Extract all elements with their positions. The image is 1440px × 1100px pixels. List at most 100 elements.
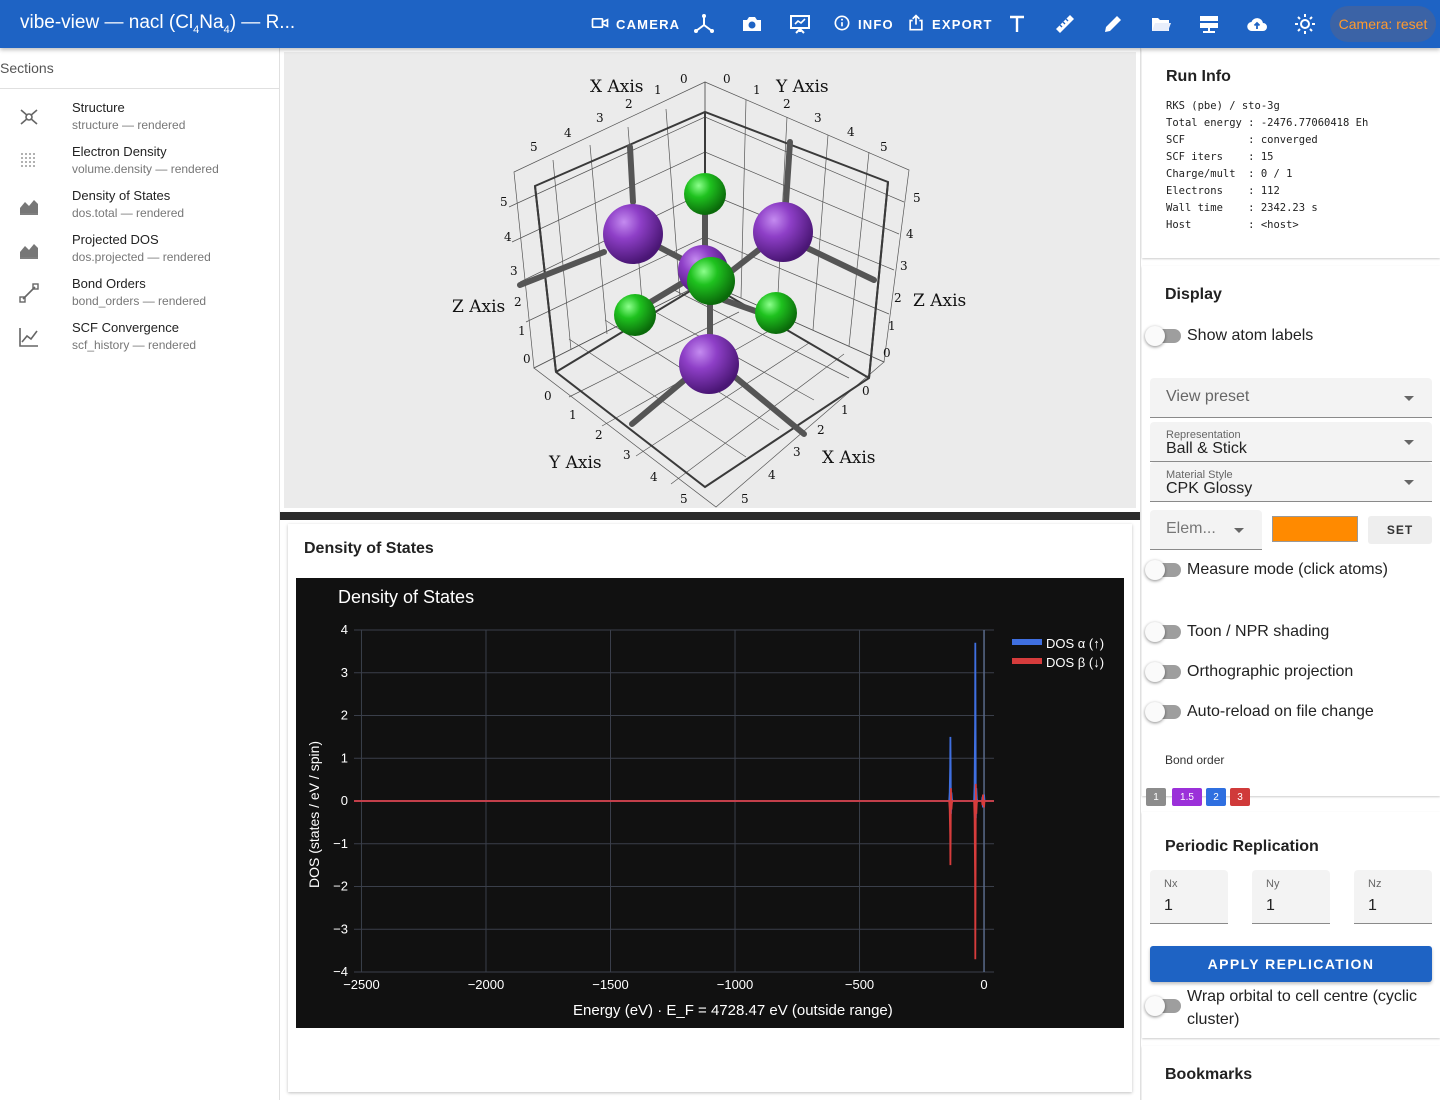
nx-field[interactable]: Nx 1 bbox=[1150, 870, 1228, 924]
nz-field[interactable]: Nz 1 bbox=[1354, 870, 1432, 924]
dos-beta-line[interactable] bbox=[354, 783, 994, 960]
presentation-icon bbox=[788, 15, 812, 40]
open-folder-button[interactable] bbox=[1149, 12, 1173, 36]
tick-label: 1 bbox=[654, 83, 662, 97]
axes-button[interactable] bbox=[692, 12, 716, 36]
right-panel: Run Info RKS (pbe) / sto-3g Total energy … bbox=[1140, 48, 1440, 1100]
theme-toggle-button[interactable] bbox=[1293, 12, 1317, 36]
camera-reset-chip[interactable]: Camera: reset bbox=[1330, 6, 1436, 42]
text-tool-button[interactable] bbox=[1005, 12, 1029, 36]
wrap-orbital-toggle[interactable] bbox=[1145, 996, 1183, 1016]
cl-atom[interactable] bbox=[614, 294, 656, 336]
bond-order-chip[interactable]: 1 bbox=[1146, 788, 1166, 806]
info-button[interactable]: INFO bbox=[832, 8, 894, 40]
representation-select[interactable]: Representation Ball & Stick bbox=[1150, 422, 1432, 462]
element-color-picker[interactable] bbox=[1272, 516, 1358, 542]
bond-order-chip[interactable]: 3 bbox=[1230, 788, 1250, 806]
material-style-select[interactable]: Material Style CPK Glossy bbox=[1150, 462, 1432, 502]
run-info-line: Total energy : -2476.77060418 Eh bbox=[1166, 117, 1369, 129]
show-atom-labels-toggle[interactable] bbox=[1145, 326, 1183, 346]
info-icon bbox=[832, 13, 852, 36]
legend-label-beta[interactable]: DOS β (↓) bbox=[1046, 655, 1104, 670]
y-axis-label: DOS (states / eV / spin) bbox=[306, 741, 322, 888]
dos-alpha-line[interactable] bbox=[354, 642, 994, 819]
tick-label: 5 bbox=[880, 140, 888, 154]
brightness-icon bbox=[1293, 14, 1317, 40]
screenshot-button[interactable] bbox=[740, 12, 764, 36]
view-preset-select[interactable]: View preset bbox=[1150, 378, 1432, 418]
sidebar-item-title: Structure bbox=[72, 100, 125, 115]
tick-label: 5 bbox=[500, 195, 508, 209]
presentation-button[interactable] bbox=[788, 12, 812, 36]
measure-mode-toggle[interactable] bbox=[1145, 560, 1183, 580]
run-info-line: Wall time : 2342.23 s bbox=[1166, 202, 1318, 214]
sidebar-item-scf-convergence[interactable]: SCF Convergence scf_history — rendered bbox=[0, 316, 279, 360]
video-camera-icon bbox=[590, 13, 610, 36]
ruler-button[interactable] bbox=[1053, 12, 1077, 36]
tick-label: 5 bbox=[741, 492, 749, 506]
molecule-icon bbox=[18, 106, 40, 128]
na-atom[interactable] bbox=[603, 204, 663, 264]
sidebar-item-subtitle: scf_history — rendered bbox=[72, 338, 197, 352]
legend-label-alpha[interactable]: DOS α (↑) bbox=[1046, 636, 1104, 651]
auto-reload-toggle[interactable] bbox=[1145, 702, 1183, 722]
display-title: Display bbox=[1165, 286, 1222, 303]
sidebar-item-density-of-states[interactable]: Density of States dos.total — rendered bbox=[0, 184, 279, 228]
sidebar-item-bond-orders[interactable]: Bond Orders bond_orders — rendered bbox=[0, 272, 279, 316]
edit-button[interactable] bbox=[1101, 12, 1125, 36]
cl-atom[interactable] bbox=[687, 257, 735, 305]
cloud-upload-button[interactable] bbox=[1245, 12, 1269, 36]
bond-order-chip[interactable]: 1.5 bbox=[1172, 788, 1202, 806]
apply-replication-button[interactable]: APPLY REPLICATION bbox=[1150, 946, 1432, 982]
dos-card: Density of States Density of States −250… bbox=[288, 524, 1132, 1092]
ny-field[interactable]: Ny 1 bbox=[1252, 870, 1330, 924]
sidebar-item-electron-density[interactable]: Electron Density volume.density — render… bbox=[0, 140, 279, 184]
element-select[interactable]: Elem... bbox=[1150, 510, 1262, 550]
sidebar-item-projected-dos[interactable]: Projected DOS dos.projected — rendered bbox=[0, 228, 279, 272]
set-color-button[interactable]: SET bbox=[1368, 516, 1432, 544]
y-tick-label: −3 bbox=[333, 921, 348, 936]
server-button[interactable] bbox=[1197, 12, 1221, 36]
tick-label: 0 bbox=[723, 72, 731, 86]
sidebar-item-structure[interactable]: Structure structure — rendered bbox=[0, 96, 279, 140]
orthographic-toggle[interactable] bbox=[1145, 662, 1183, 682]
server-icon bbox=[1197, 16, 1221, 40]
pencil-icon bbox=[1101, 16, 1125, 40]
tick-label: 4 bbox=[504, 230, 512, 244]
chevron-down-icon bbox=[1404, 480, 1414, 485]
tick-label: 5 bbox=[680, 492, 688, 506]
dos-plot[interactable]: Density of States −2500 −2000 −1500 −1000 −5… bbox=[296, 578, 1124, 1028]
y-tick-label: −1 bbox=[333, 836, 348, 851]
na-atom[interactable] bbox=[753, 202, 813, 262]
tick-label: 4 bbox=[847, 125, 855, 139]
tick-label: 1 bbox=[569, 408, 577, 422]
sidebar-item-title: Electron Density bbox=[72, 144, 167, 159]
title-text: ) — R... bbox=[229, 12, 296, 33]
export-icon bbox=[906, 13, 926, 36]
bond-order-chip[interactable]: 2 bbox=[1206, 788, 1226, 806]
orthographic-label: Orthographic projection bbox=[1187, 663, 1354, 680]
cl-atom[interactable] bbox=[755, 292, 797, 334]
dos-chart[interactable]: Density of States −2500 −2000 −1500 −1000 −5… bbox=[296, 578, 1124, 1028]
tick-label: 2 bbox=[595, 428, 603, 442]
structure-canvas[interactable]: X Axis Y Axis Z Axis Z Axis Y Axis X Axi… bbox=[284, 52, 1136, 508]
sidebar-header: Sections bbox=[0, 48, 279, 89]
ruler-icon bbox=[1053, 15, 1077, 40]
na-atom[interactable] bbox=[679, 334, 739, 394]
tick-label: 3 bbox=[793, 445, 801, 459]
y-axis-title: Y Axis bbox=[775, 77, 829, 97]
camera-button[interactable]: CAMERA bbox=[590, 8, 680, 40]
x-tick-label: −1000 bbox=[717, 977, 754, 992]
y-tick-label: −4 bbox=[333, 964, 348, 979]
export-button[interactable]: EXPORT bbox=[906, 8, 993, 40]
cl-atom[interactable] bbox=[684, 173, 726, 215]
sidebar-item-subtitle: dos.total — rendered bbox=[72, 206, 185, 220]
panel-splitter[interactable] bbox=[280, 512, 1140, 520]
tick-label: 2 bbox=[514, 295, 522, 309]
nz-label: Nz bbox=[1368, 878, 1382, 890]
toon-shading-toggle[interactable] bbox=[1145, 622, 1183, 642]
structure-viewer[interactable]: X Axis Y Axis Z Axis Z Axis Y Axis X Axi… bbox=[284, 52, 1136, 508]
sidebar-item-title: Bond Orders bbox=[72, 276, 146, 291]
sections-sidebar: Sections Structure structure — rendered … bbox=[0, 48, 280, 1100]
sidebar-item-subtitle: dos.projected — rendered bbox=[72, 250, 211, 264]
